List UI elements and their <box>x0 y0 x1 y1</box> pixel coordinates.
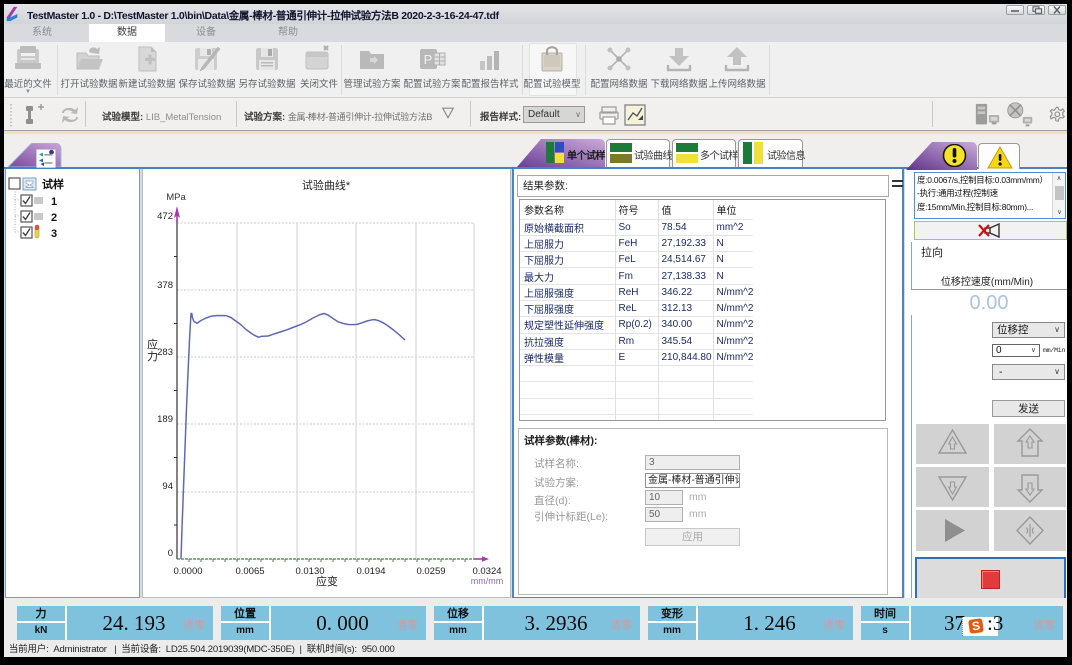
svg-text:0.0065: 0.0065 <box>235 566 264 577</box>
svg-text:0: 0 <box>168 548 173 559</box>
svg-text:0.0000: 0.0000 <box>173 566 202 577</box>
svg-text:P: P <box>424 52 433 67</box>
svg-text:2: 2 <box>51 212 57 224</box>
svg-text:试样: 试样 <box>42 177 64 191</box>
svg-text:0.0194: 0.0194 <box>356 566 385 577</box>
svg-text:472: 472 <box>157 211 173 222</box>
svg-text:0.0259: 0.0259 <box>416 566 445 577</box>
svg-text:应变: 应变 <box>316 574 338 588</box>
svg-text:试验曲线*: 试验曲线* <box>302 178 351 192</box>
svg-text:189: 189 <box>157 414 173 425</box>
svg-text:283: 283 <box>157 347 173 358</box>
svg-text:应: 应 <box>147 337 158 351</box>
svg-text:MPa: MPa <box>166 192 186 203</box>
svg-text:1: 1 <box>51 196 57 208</box>
svg-text:3: 3 <box>51 228 57 240</box>
svg-text:mm/mm: mm/mm <box>471 576 504 586</box>
svg-text:力: 力 <box>147 350 158 363</box>
svg-text:94: 94 <box>162 481 173 492</box>
svg-text:378: 378 <box>157 280 173 291</box>
